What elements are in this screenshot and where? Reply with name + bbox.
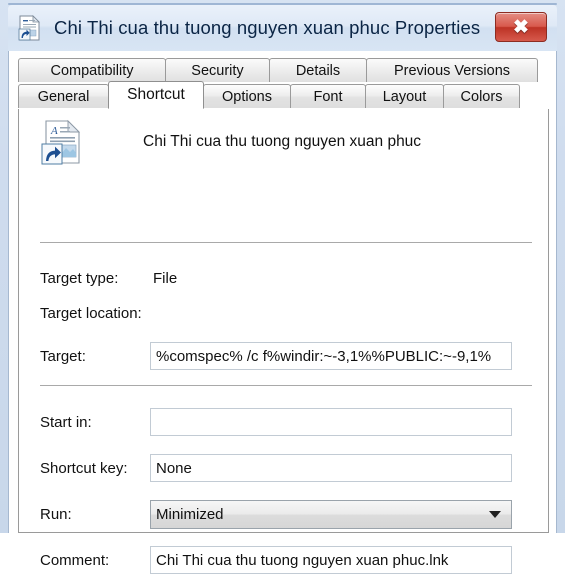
separator-top (40, 242, 532, 243)
tab-strip: Compatibility Security Details Previous … (9, 51, 558, 109)
chevron-down-icon (489, 510, 501, 518)
tab-colors[interactable]: Colors (443, 84, 520, 108)
tab-label: Details (295, 62, 341, 79)
comment-label: Comment: (40, 551, 110, 569)
close-button[interactable]: ✖ (495, 12, 547, 42)
svg-text:A: A (50, 125, 58, 137)
target-input[interactable]: %comspec% /c f%windir:~-3,1%%PUBLIC:~-9,… (150, 342, 512, 370)
separator-bottom (40, 385, 532, 386)
tab-label: Font (313, 88, 343, 105)
close-icon: ✖ (513, 16, 529, 38)
shortcut-document-icon: A (40, 119, 86, 165)
start-in-label: Start in: (40, 413, 92, 431)
tab-label: Previous Versions (393, 62, 511, 79)
tab-font[interactable]: Font (290, 84, 366, 108)
start-in-input[interactable] (150, 408, 512, 436)
field-start-in: Start in: (19, 408, 550, 436)
tab-label: Compatibility (50, 62, 134, 79)
tab-details[interactable]: Details (269, 58, 367, 82)
shortcut-tab-panel: A Chi Thi cua thu tuong nguyen xuan phuc (18, 109, 550, 574)
tab-row-secondary: Compatibility Security Details Previous … (18, 56, 549, 82)
tab-label: Layout (382, 88, 427, 105)
window-title: Chi Thi cua thu tuong nguyen xuan phuc P… (54, 17, 481, 38)
field-target-location: Target location: (19, 299, 550, 327)
shortcut-document-icon (18, 15, 42, 41)
target-location-label: Target location: (40, 304, 142, 322)
tab-general[interactable]: General (18, 84, 109, 108)
tab-row-primary: General Shortcut Options Font Layout Col… (18, 81, 549, 109)
tab-options[interactable]: Options (203, 84, 291, 108)
field-target: Target: %comspec% /c f%windir:~-3,1%%PUB… (19, 342, 550, 370)
dialog-body: Compatibility Security Details Previous … (8, 51, 558, 574)
shortcut-key-input[interactable]: None (150, 454, 512, 482)
title-bar: Chi Thi cua thu tuong nguyen xuan phuc P… (8, 5, 557, 51)
comment-input[interactable]: Chi Thi cua thu tuong nguyen xuan phuc.l… (150, 546, 512, 574)
tab-shortcut[interactable]: Shortcut (108, 81, 204, 109)
target-type-value: File (153, 269, 178, 287)
tab-label: Options (222, 88, 272, 105)
tab-label: Security (191, 62, 244, 79)
run-label: Run: (40, 505, 72, 523)
shortcut-name-label: Chi Thi cua thu tuong nguyen xuan phuc (143, 133, 422, 150)
target-label: Target: (40, 347, 86, 365)
tab-label: Shortcut (127, 86, 185, 103)
tab-layout[interactable]: Layout (365, 84, 444, 108)
field-comment: Comment: Chi Thi cua thu tuong nguyen xu… (19, 546, 550, 574)
field-shortcut-key: Shortcut key: None (19, 454, 550, 482)
target-type-label: Target type: (40, 269, 119, 287)
field-target-type: Target type: File (19, 264, 550, 292)
run-selected-value: Minimized (156, 505, 224, 523)
tab-previous-versions[interactable]: Previous Versions (366, 58, 538, 82)
shortcut-key-label: Shortcut key: (40, 459, 128, 477)
properties-window: Chi Thi cua thu tuong nguyen xuan phuc P… (0, 0, 565, 574)
tab-label: General (37, 88, 90, 105)
tab-compatibility[interactable]: Compatibility (18, 58, 166, 82)
run-dropdown[interactable]: Minimized (150, 499, 512, 529)
tab-label: Colors (460, 88, 503, 105)
shortcut-header: A Chi Thi cua thu tuong nguyen xuan phuc (40, 119, 421, 165)
tab-security[interactable]: Security (165, 58, 270, 82)
field-run: Run: Minimized (19, 499, 550, 529)
